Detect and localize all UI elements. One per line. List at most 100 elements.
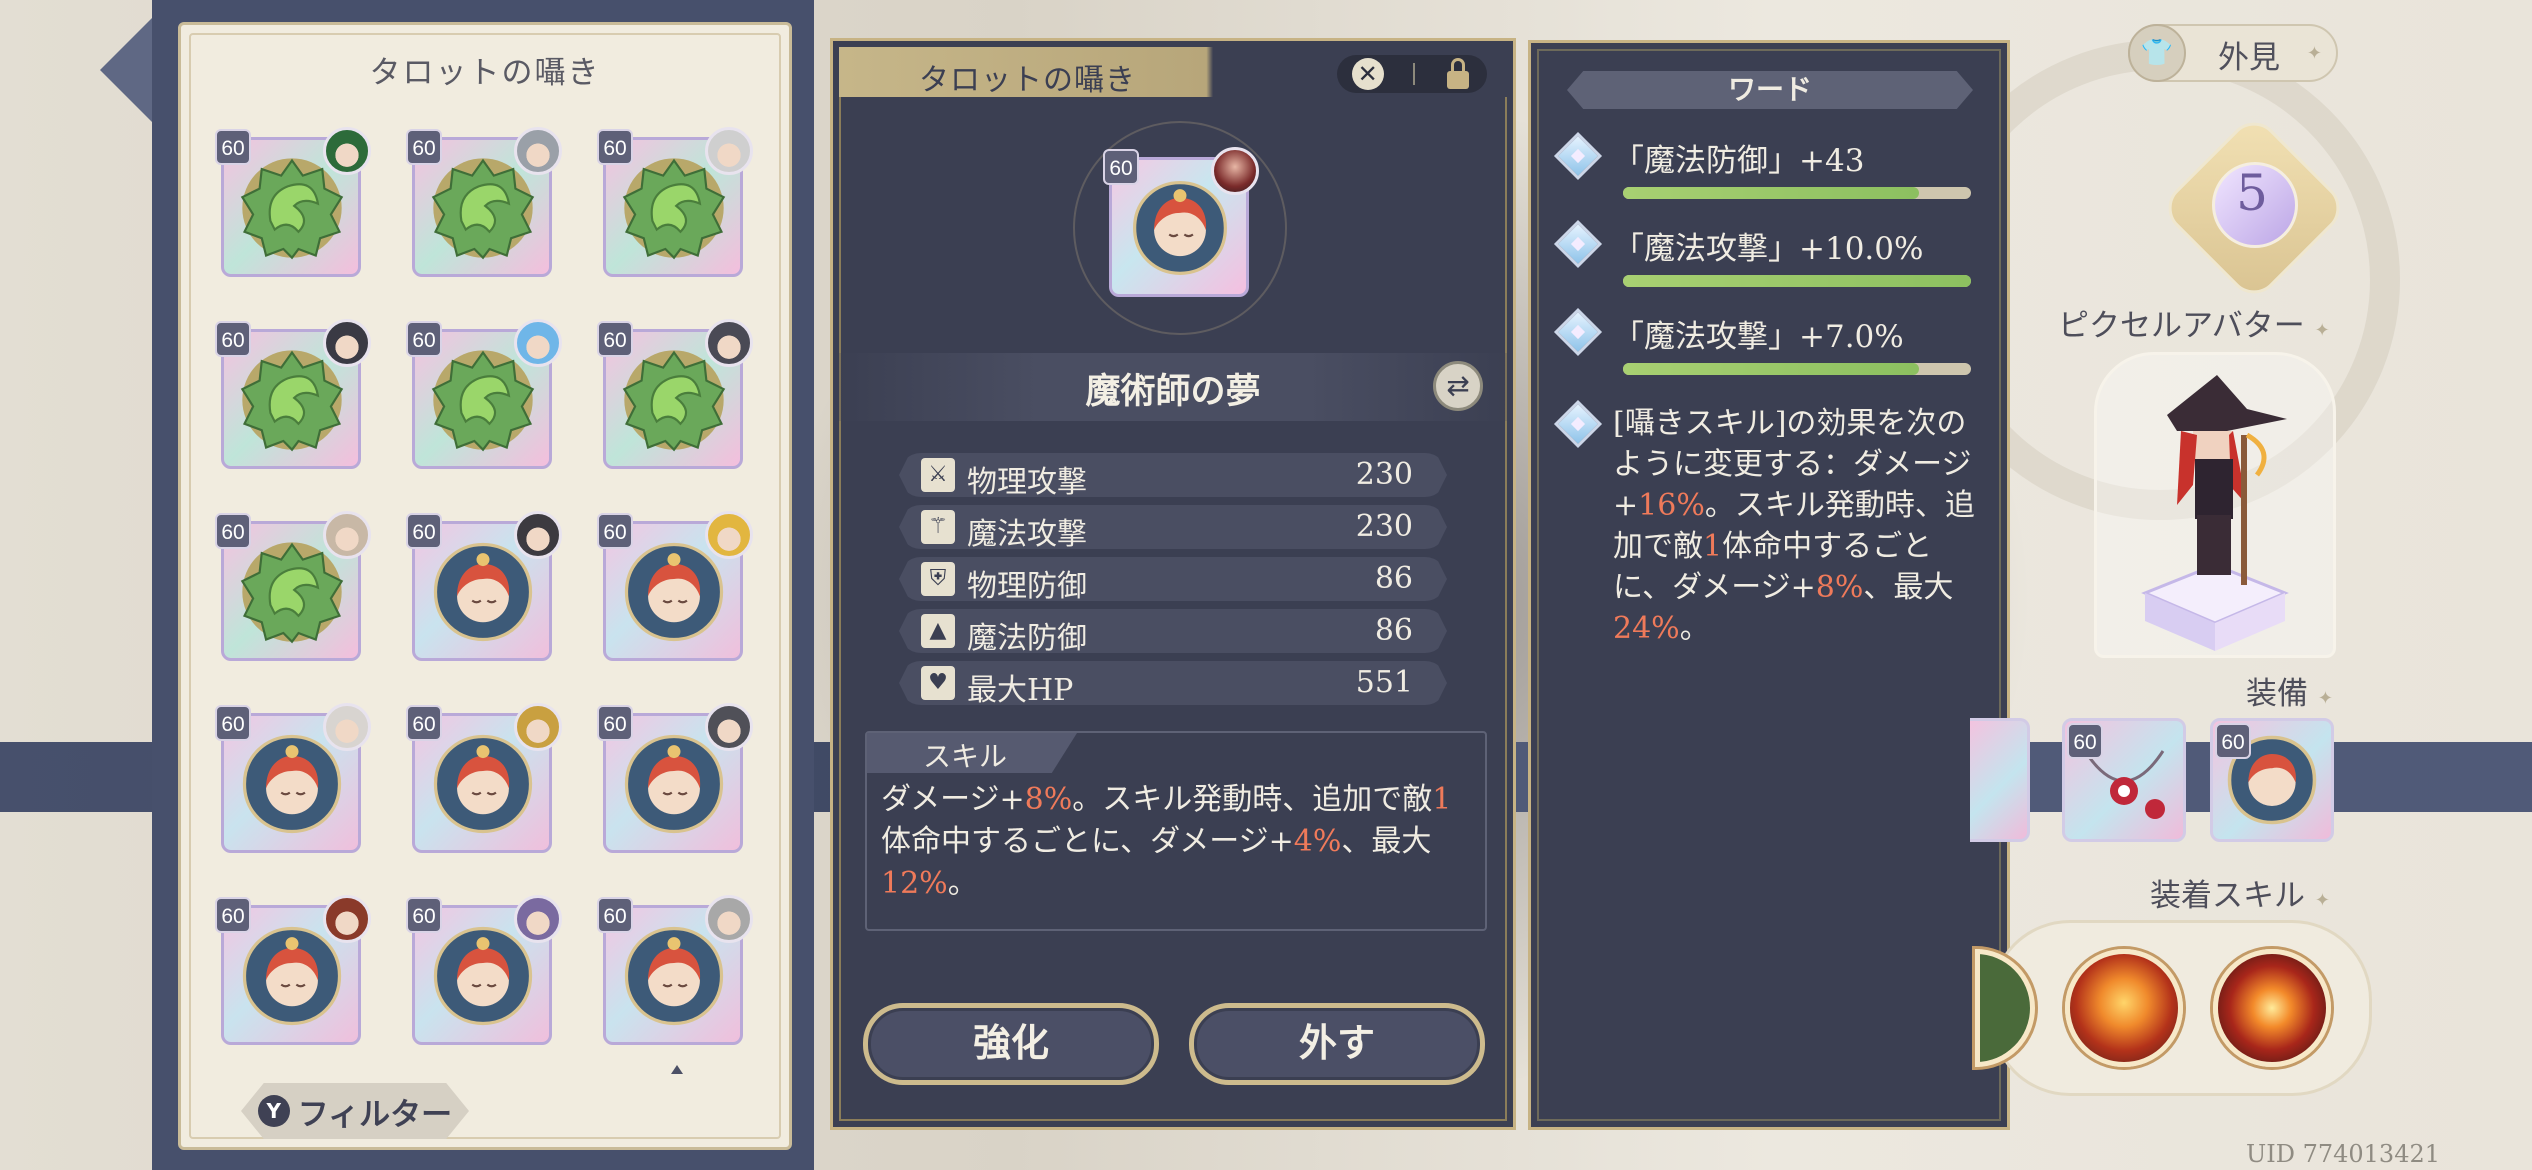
tarot-card[interactable]: 60 (406, 895, 562, 1049)
equip-skill-label: 装着スキル (2150, 878, 2305, 914)
filter-button[interactable]: Y フィルター (241, 1083, 469, 1139)
pixel-avatar-frame[interactable] (2094, 352, 2336, 658)
appearance-label: 外見 (2218, 40, 2280, 76)
word-panel-title: ワード (1567, 71, 1973, 109)
level-number: 5 (2236, 164, 2268, 222)
tarot-card[interactable]: 60 (406, 511, 562, 665)
tarot-card[interactable]: 60 (406, 127, 562, 281)
fire-burst-skill-icon[interactable] (2213, 949, 2331, 1067)
skill-box: スキル ダメージ+8%。スキル発動時、追加で敵1 体命中するごとに、ダメージ+4%… (865, 731, 1487, 931)
text-segment: 。スキル発動時、追加で敵 (1072, 782, 1433, 817)
portrait-art-icon (242, 734, 342, 834)
uid-label: UID 774013421 (2246, 1140, 2441, 1168)
header-controls: ✕ (1337, 55, 1487, 93)
word-text: 「魔法攻撃」+10.0% (1613, 231, 1924, 267)
skill-orb-partial[interactable] (1975, 949, 2035, 1067)
enhance-button[interactable]: 強化 (863, 1003, 1159, 1085)
highlight-value: 8% (1024, 782, 1073, 817)
tarot-card[interactable]: 60 (215, 511, 371, 665)
diamond-icon (1553, 307, 1603, 357)
swap-icon[interactable]: ⇄ (1433, 361, 1483, 411)
portrait-art-icon (242, 926, 342, 1026)
stat-value: 230 (1355, 457, 1413, 492)
close-icon[interactable]: ✕ (1351, 58, 1384, 90)
diamond-icon (1553, 131, 1603, 181)
diamond-icon (1553, 219, 1603, 269)
card-level-badge: 60 (1103, 149, 1139, 185)
equip-level-badge: 60 (2067, 723, 2103, 759)
stat-row: ⚔ 物理攻撃 230 (899, 453, 1447, 497)
word-progress-fill (1623, 363, 1919, 375)
pixel-avatar-label: ピクセルアバター (2058, 308, 2305, 344)
divider (1412, 63, 1415, 85)
word-progress-bar (1623, 363, 1971, 375)
card-level-badge: 60 (406, 705, 442, 741)
highlight-value: 1 (1703, 529, 1723, 564)
clover-emblem-icon (240, 542, 344, 644)
shirt-icon: 👕 (2128, 24, 2186, 82)
hat-icon: ▲ (921, 614, 955, 648)
tarot-card[interactable]: 60 (597, 511, 753, 665)
sparkle-icon: ✦ (2317, 688, 2333, 709)
clover-emblem-icon (622, 158, 726, 260)
card-level-badge: 60 (406, 321, 442, 357)
owner-avatar (323, 895, 371, 943)
wand-icon: ⚚ (921, 510, 955, 544)
equip-label-row: 装備 ✦ (2246, 668, 2333, 713)
portrait-art-icon (1133, 181, 1227, 275)
tarot-card[interactable]: 60 (215, 319, 371, 473)
equip-slot-partial[interactable] (1970, 718, 2030, 842)
card-level-badge: 60 (215, 129, 251, 165)
sparkle-icon: ✦ (2306, 43, 2322, 64)
stat-value: 86 (1374, 613, 1413, 648)
highlight-value: 16% (1638, 488, 1705, 523)
shield-icon: ⛨ (921, 562, 955, 596)
sword-icon: ⚔ (921, 458, 955, 492)
tarot-card[interactable]: 60 (406, 319, 562, 473)
word-panel: ワード 「魔法防御」+43 「魔法攻撃」+10.0% 「魔法攻撃」+7.0% [囁き… (1528, 40, 2010, 1130)
equip-slot-accessory[interactable]: 60 (2062, 718, 2186, 842)
sparkle-icon: ✦ (2314, 890, 2330, 911)
tarot-card[interactable]: 60 (215, 895, 371, 1049)
equip-skill-label-row: 装着スキル ✦ (2150, 870, 2330, 915)
card-level-badge: 60 (406, 129, 442, 165)
tarot-card[interactable]: 60 (597, 127, 753, 281)
tarot-card[interactable]: 60 (215, 703, 371, 857)
portrait-art-icon (433, 542, 533, 642)
highlight-value: 1 (1432, 782, 1452, 817)
clover-emblem-icon (240, 350, 344, 452)
text-segment: 、最大 (1341, 824, 1432, 859)
stat-label: 最大HP (967, 673, 1074, 708)
owner-avatar (323, 703, 371, 751)
text-segment: 。 (947, 866, 978, 901)
skill-tab-label: スキル (923, 740, 1008, 773)
highlight-value: 12% (881, 866, 948, 901)
stat-label: 物理攻撃 (967, 465, 1087, 500)
pixel-avatar-sprite (2141, 375, 2289, 651)
owner-avatar (323, 319, 371, 367)
stat-label: 魔法防御 (967, 621, 1087, 656)
tarot-card[interactable]: 60 (597, 895, 753, 1049)
equip-level-badge: 60 (2215, 723, 2251, 759)
card-name: 魔術師の夢 (1085, 371, 1261, 412)
tarot-card[interactable]: 60 (597, 319, 753, 473)
stat-value: 230 (1355, 509, 1413, 544)
selected-tarot-card: 60 (1103, 147, 1259, 299)
remove-button[interactable]: 外す (1189, 1003, 1485, 1085)
tarot-card[interactable]: 60 (597, 703, 753, 857)
tarot-card-grid: 60 60 60 60 60 60 60 60 60 60 60 60 60 60 60 (215, 127, 775, 1049)
owner-avatar (705, 127, 753, 175)
owner-avatar (705, 895, 753, 943)
tarot-list-panel: タロットの囁き 60 60 60 60 60 60 60 60 60 60 60 60 60 60 60 Y… (178, 22, 792, 1150)
appearance-button[interactable]: 👕 外見 ✦ (2128, 24, 2338, 82)
fire-skill-icon[interactable] (2065, 949, 2183, 1067)
unlock-icon[interactable] (1444, 58, 1472, 90)
equip-slot-tarot[interactable]: 60 (2210, 718, 2334, 842)
tarot-card[interactable]: 60 (215, 127, 371, 281)
tarot-card[interactable]: 60 (406, 703, 562, 857)
word-progress-bar (1623, 187, 1971, 199)
owner-avatar (514, 511, 562, 559)
stat-row: ⛨ 物理防御 86 (899, 557, 1447, 601)
skill-description: ダメージ+8%。スキル発動時、追加で敵1 体命中するごとに、ダメージ+4%、最大 1… (881, 779, 1475, 905)
scroll-up-indicator-icon[interactable] (671, 1065, 683, 1074)
